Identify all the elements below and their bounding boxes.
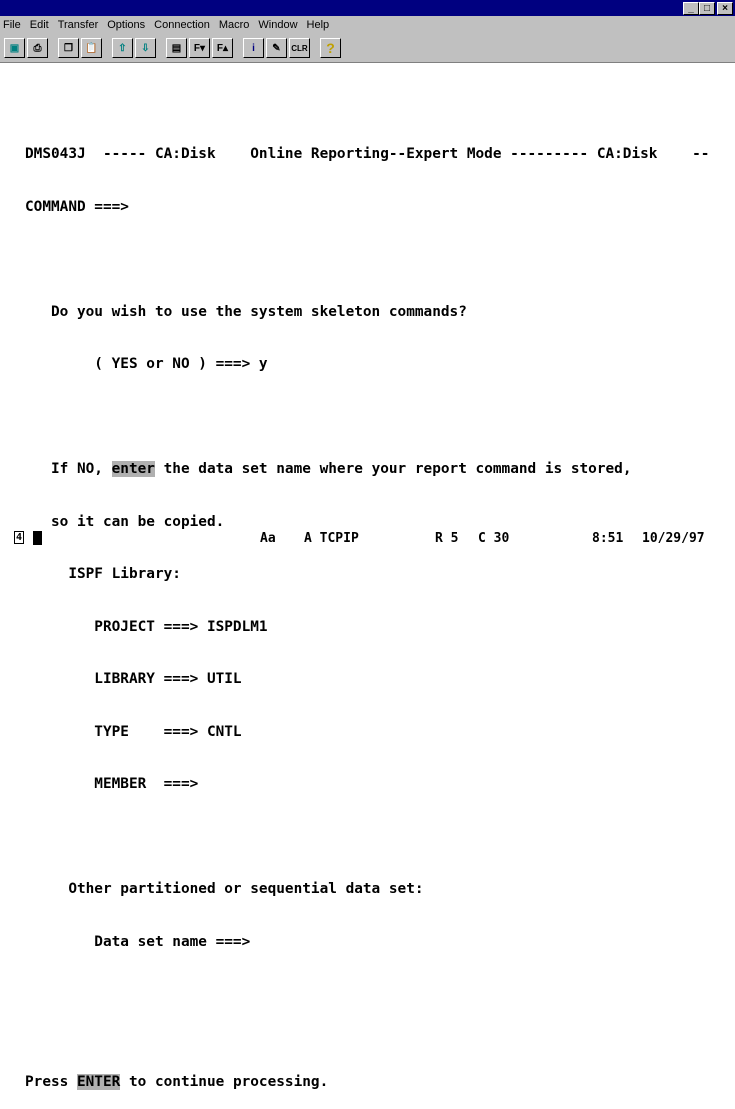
time: 8:51 (592, 531, 624, 546)
font-down-icon: F▾ (193, 42, 206, 54)
receive-file-button[interactable]: ⇩ (135, 38, 156, 58)
display-button[interactable]: ▣ (4, 38, 25, 58)
if-no-line: If NO, enter the data set name where you… (25, 461, 709, 479)
font-down-button[interactable]: F▾ (189, 38, 210, 58)
date: 10/29/97 (642, 531, 705, 546)
info-icon: i (252, 42, 255, 54)
menu-macro[interactable]: Macro (219, 19, 250, 31)
clear-icon: CLR (291, 43, 308, 53)
menu-connection[interactable]: Connection (154, 19, 210, 31)
skeleton-answer-field[interactable]: ( YES or NO ) ===> y (25, 356, 709, 374)
enter-key-highlight: ENTER (76, 1073, 121, 1090)
paste-button[interactable]: 📋 (81, 38, 102, 58)
press-enter-line: Press ENTER to continue processing. (25, 1073, 709, 1092)
help-button[interactable]: ? (320, 38, 341, 58)
menu-edit[interactable]: Edit (30, 19, 49, 31)
color-button[interactable]: ▤ (166, 38, 187, 58)
session-indicator: 4 (14, 531, 25, 544)
menu-file[interactable]: File (3, 19, 21, 31)
macro-button[interactable]: ✎ (266, 38, 287, 58)
skeleton-question: Do you wish to use the system skeleton c… (25, 303, 467, 320)
font-indicator: Aa (260, 531, 276, 546)
if-no-post: the data set name where your report comm… (154, 461, 632, 477)
copy-button[interactable]: ❐ (58, 38, 79, 58)
copied-line: so it can be copied. (25, 513, 225, 530)
other-dataset-label: Other partitioned or sequential data set… (25, 881, 424, 897)
status-line: 4 Aa A TCPIP R 5 C 30 8:51 10/29/97 (14, 531, 734, 666)
cursor-block (33, 531, 42, 549)
title-bar: _ □ × (0, 0, 735, 16)
connection-mode: A TCPIP (304, 531, 359, 546)
minimize-button[interactable]: _ (683, 2, 699, 15)
type-field[interactable]: TYPE ===> CNTL (25, 724, 709, 742)
copy-icon: ❐ (64, 42, 73, 54)
row-indicator: R 5 (435, 531, 459, 546)
toolbar: ▣ ⎙ ❐ 📋 ⇧ ⇩ ▤ F▾ F▴ i ✎ CLR ? (0, 34, 735, 63)
menu-transfer[interactable]: Transfer (58, 19, 99, 31)
send-file-icon: ⇧ (118, 42, 127, 54)
display-icon: ▣ (9, 42, 20, 54)
library-field[interactable]: LIBRARY ===> UTIL (25, 671, 709, 689)
enter-highlight: enter (111, 461, 155, 477)
font-up-button[interactable]: F▴ (212, 38, 233, 58)
menu-bar: File Edit Transfer Options Connection Ma… (0, 16, 735, 34)
paste-icon: 📋 (85, 42, 98, 54)
menu-help[interactable]: Help (307, 19, 330, 31)
member-field[interactable]: MEMBER ===> (25, 776, 709, 794)
press-post: to continue processing. (120, 1073, 329, 1090)
close-button[interactable]: × (717, 2, 733, 15)
clear-button[interactable]: CLR (289, 38, 310, 58)
print-button[interactable]: ⎙ (27, 38, 48, 58)
print-icon: ⎙ (33, 42, 42, 54)
receive-file-icon: ⇩ (141, 42, 150, 54)
screen-header: DMS043J ----- CA:Disk Online Reporting--… (25, 146, 710, 162)
maximize-button[interactable]: □ (699, 2, 715, 15)
column-indicator: C 30 (478, 531, 510, 546)
color-palette-icon: ▤ (171, 42, 182, 54)
command-input[interactable]: COMMAND ===> (25, 199, 709, 217)
menu-options[interactable]: Options (107, 19, 145, 31)
press-pre: Press (25, 1073, 77, 1090)
info-button[interactable]: i (243, 38, 264, 58)
menu-window[interactable]: Window (258, 19, 297, 31)
dataset-name-field[interactable]: Data set name ===> (25, 934, 709, 952)
if-no-pre: If NO, (25, 461, 112, 477)
macro-icon: ✎ (272, 42, 281, 54)
send-file-button[interactable]: ⇧ (112, 38, 133, 58)
font-up-icon: F▴ (216, 42, 229, 54)
help-icon: ? (326, 40, 335, 56)
